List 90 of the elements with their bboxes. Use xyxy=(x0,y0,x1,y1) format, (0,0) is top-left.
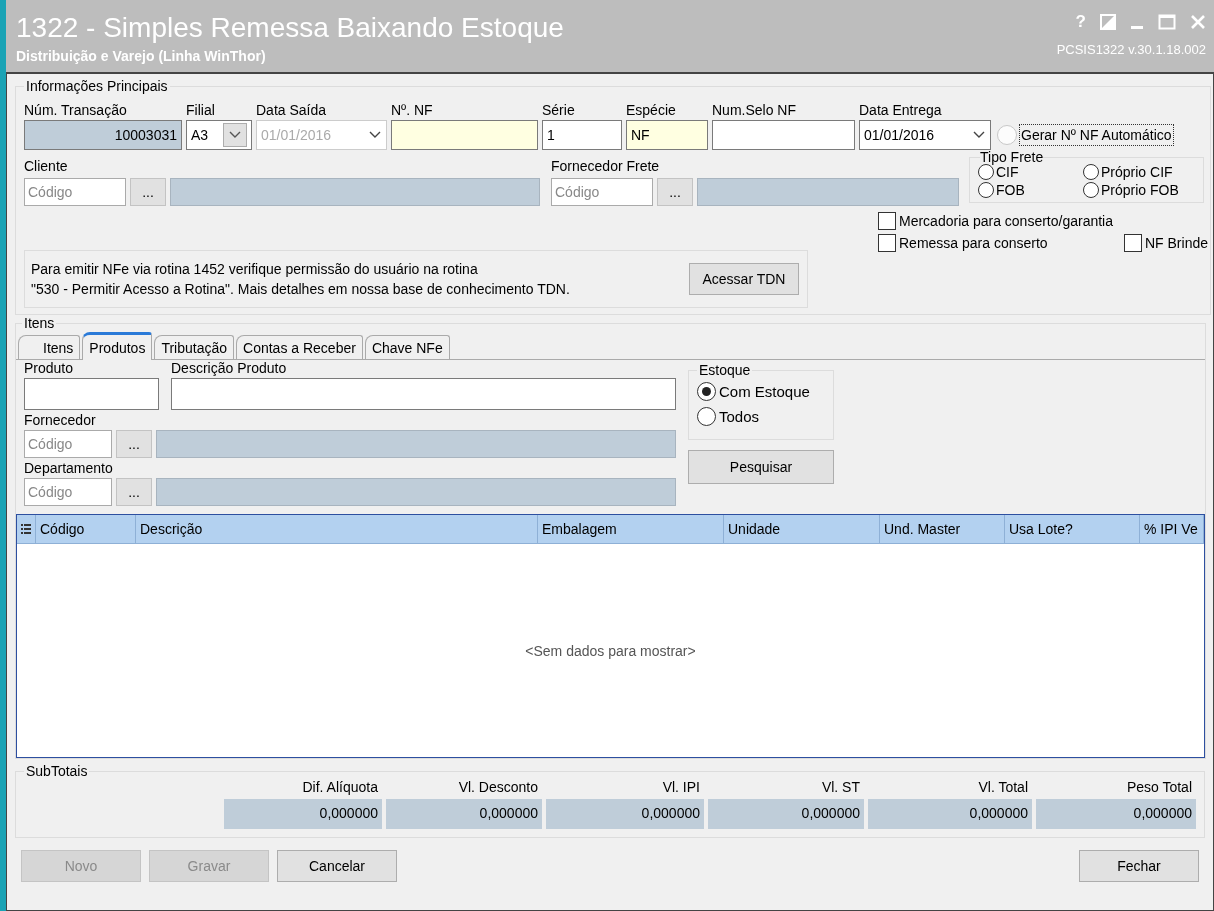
field-label: Espécie xyxy=(626,102,677,120)
radio-button[interactable] xyxy=(697,407,716,426)
action-button[interactable]: Cancelar xyxy=(277,850,397,882)
total-field: 0,000000 xyxy=(868,799,1032,829)
text-field[interactable] xyxy=(24,378,159,410)
date-field[interactable]: 01/01/2016 xyxy=(859,120,991,150)
radio-option[interactable]: CIF xyxy=(978,164,1083,180)
field-label: Filial xyxy=(186,102,216,120)
group-title: Informações Principais xyxy=(25,78,169,94)
code-field[interactable]: Código xyxy=(24,478,112,506)
radio-option[interactable]: FOB xyxy=(978,182,1083,198)
field-label: Fornecedor Frete xyxy=(551,158,661,176)
column-header[interactable]: Embalagem xyxy=(538,515,724,543)
tdn-button[interactable]: Acessar TDN xyxy=(689,263,799,295)
radio-option[interactable]: Todos xyxy=(697,407,833,426)
text-field[interactable]: NF xyxy=(626,120,708,150)
total-label: Vl. ST xyxy=(820,779,861,797)
group-title: Estoque xyxy=(698,362,752,378)
radio-button[interactable] xyxy=(1083,164,1099,180)
browse-button[interactable]: ... xyxy=(116,478,152,506)
checkbox[interactable] xyxy=(878,212,896,230)
checkbox-option[interactable]: NF Brinde xyxy=(1123,234,1208,252)
column-header[interactable]: Descrição xyxy=(136,515,538,543)
field-label: Fornecedor xyxy=(24,412,97,430)
radio-button[interactable] xyxy=(978,182,994,198)
tab[interactable]: Tributação xyxy=(154,335,235,359)
column-header[interactable]: Unidade xyxy=(724,515,880,543)
text-field[interactable] xyxy=(391,120,538,150)
total-label: Vl. Total xyxy=(977,779,1029,797)
field-label: Nº. NF xyxy=(391,102,434,120)
group-title: Itens xyxy=(23,315,56,331)
total-field: 0,000000 xyxy=(1036,799,1196,829)
field-label: Descrição Produto xyxy=(171,360,288,378)
window-title: 1322 - Simples Remessa Baixando Estoque xyxy=(16,12,564,44)
tab[interactable]: Itens xyxy=(18,335,81,359)
total-field: 0,000000 xyxy=(708,799,864,829)
total-field: 0,000000 xyxy=(386,799,542,829)
chevron-down-icon xyxy=(368,130,382,140)
column-header[interactable]: Código xyxy=(36,515,136,543)
code-field[interactable]: Código xyxy=(24,178,126,206)
code-field[interactable]: Código xyxy=(24,430,112,458)
code-field[interactable]: Código xyxy=(551,178,653,206)
empty-message: <Sem dados para mostrar> xyxy=(525,642,696,659)
total-label: Dif. Alíquota xyxy=(301,779,379,797)
tab[interactable]: Contas a Receber xyxy=(236,335,363,359)
combo-box[interactable]: A3 xyxy=(186,120,252,150)
checkbox-option[interactable]: Mercadoria para conserto/garantia xyxy=(878,212,1208,230)
window-subtitle: Distribuição e Varejo (Linha WinThor) xyxy=(16,48,267,64)
radio-option[interactable]: Próprio FOB xyxy=(1083,182,1203,198)
action-button[interactable]: Fechar xyxy=(1079,850,1199,882)
checkbox-option[interactable]: Remessa para conserto xyxy=(878,234,1086,252)
total-label: Vl. IPI xyxy=(661,779,701,797)
text-field[interactable]: 1 xyxy=(542,120,622,150)
browse-button[interactable]: ... xyxy=(116,430,152,458)
text-field[interactable]: 10003031 xyxy=(24,120,182,150)
field-label: Produto xyxy=(24,360,75,378)
field-label: Departamento xyxy=(24,460,114,478)
field-label: Data Saída xyxy=(256,102,328,120)
chevron-down-icon xyxy=(228,130,242,140)
field-label: Num.Selo NF xyxy=(712,102,798,120)
total-field: 0,000000 xyxy=(224,799,382,829)
total-field: 0,000000 xyxy=(546,799,704,829)
column-header[interactable]: % IPI Ve xyxy=(1140,515,1204,543)
radio-button[interactable] xyxy=(1083,182,1099,198)
radio-button[interactable] xyxy=(978,164,994,180)
field-label: Série xyxy=(542,102,576,120)
search-button[interactable]: Pesquisar xyxy=(688,450,834,484)
notice-text: Para emitir NFe via rotina 1452 verifique permissão do usuário na rotina "530 - Permitir Acesso a Rotina". Mais detalhes em nossa base de conhecimento TDN. xyxy=(31,260,570,299)
checkbox[interactable] xyxy=(1123,234,1142,252)
browse-button[interactable]: ... xyxy=(657,178,693,206)
group-title: Tipo Frete xyxy=(980,150,1044,164)
browse-button[interactable]: ... xyxy=(130,178,166,206)
field-label: Data Entrega xyxy=(859,102,943,120)
column-header[interactable]: Usa Lote? xyxy=(1005,515,1140,543)
tab[interactable]: Produtos xyxy=(82,332,153,360)
chevron-down-icon xyxy=(972,130,986,140)
total-label: Vl. Desconto xyxy=(457,779,539,797)
tab[interactable]: Chave NFe xyxy=(364,335,450,359)
radio-button[interactable] xyxy=(697,382,716,401)
text-field[interactable] xyxy=(171,378,676,410)
field-label: Núm. Transação xyxy=(24,102,128,120)
radio-option[interactable]: Próprio CIF xyxy=(1083,164,1203,180)
version-label: PCSIS1322 v.30.1.18.002 xyxy=(1056,42,1206,57)
text-field[interactable] xyxy=(712,120,855,150)
column-header[interactable]: Und. Master xyxy=(880,515,1005,543)
field-label: Cliente xyxy=(24,158,69,176)
radio-option[interactable]: Com Estoque xyxy=(697,382,833,401)
checkbox[interactable] xyxy=(878,234,896,252)
group-title: SubTotais xyxy=(25,763,89,779)
total-label: Peso Total xyxy=(1125,779,1193,797)
